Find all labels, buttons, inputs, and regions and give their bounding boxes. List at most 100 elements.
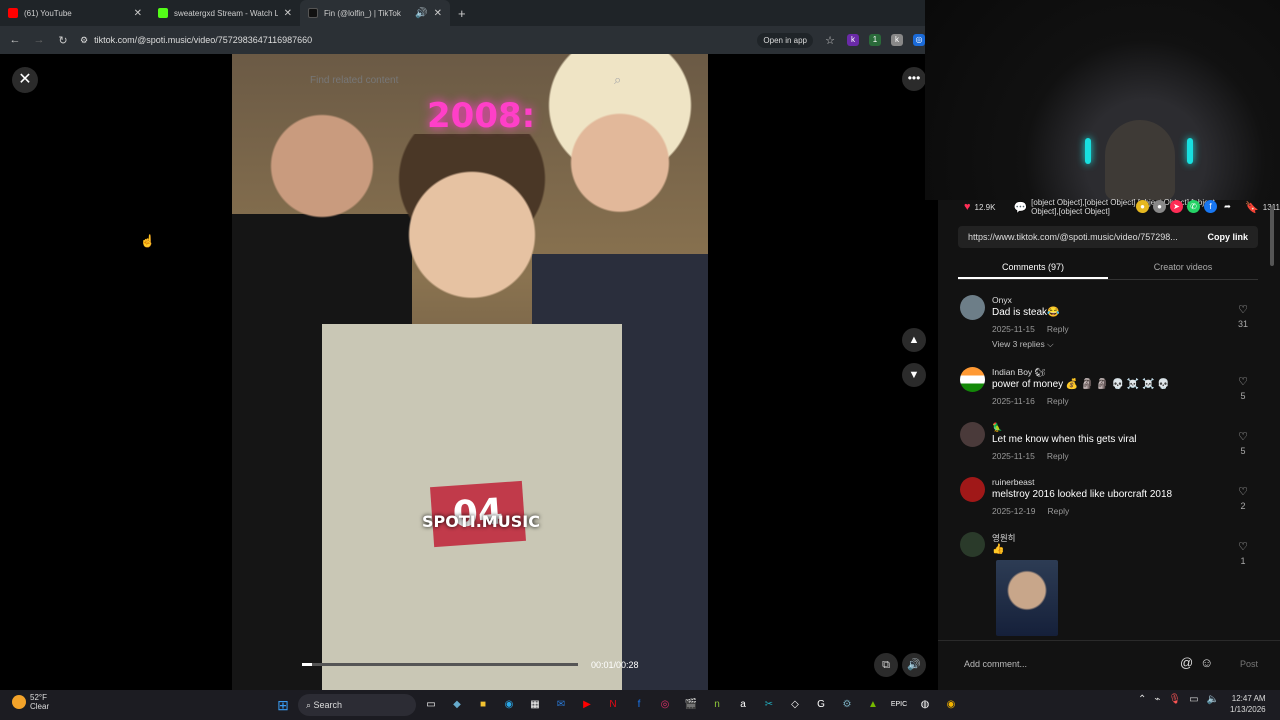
- tab-youtube[interactable]: (61) YouTube ✕: [0, 0, 150, 26]
- post-button[interactable]: Post: [1240, 659, 1258, 669]
- g-app-icon[interactable]: G: [810, 694, 832, 716]
- new-tab-button[interactable]: +: [450, 6, 474, 21]
- more-options-button[interactable]: •••: [902, 67, 926, 91]
- copilot-icon[interactable]: ◆: [446, 694, 468, 716]
- network-icon[interactable]: ⌁: [1154, 694, 1160, 705]
- reply-button[interactable]: Reply: [1047, 396, 1069, 406]
- copy-link-button[interactable]: Copy link: [1207, 232, 1248, 242]
- roblox-icon[interactable]: ◇: [784, 694, 806, 716]
- reply-button[interactable]: Reply: [1047, 451, 1069, 461]
- open-in-app-button[interactable]: Open in app: [757, 32, 813, 48]
- netflix-icon[interactable]: N: [602, 694, 624, 716]
- avatar[interactable]: [960, 367, 985, 392]
- bookmark-star-icon[interactable]: ☆: [823, 34, 837, 47]
- amazon-icon[interactable]: a: [732, 694, 754, 716]
- close-tab-icon[interactable]: ✕: [434, 8, 442, 19]
- start-icon[interactable]: ⊞: [272, 694, 294, 716]
- file-explorer-icon[interactable]: ■: [472, 694, 494, 716]
- share-more-icon[interactable]: ➦: [1221, 200, 1234, 213]
- share-whatsapp-icon[interactable]: ✆: [1187, 200, 1200, 213]
- find-related-input[interactable]: Find related content: [298, 70, 634, 92]
- clapper-icon[interactable]: 🎬: [680, 694, 702, 716]
- epic-games-icon[interactable]: EPIC: [888, 694, 910, 716]
- store-icon[interactable]: ▦: [524, 694, 546, 716]
- close-video-button[interactable]: ✕: [12, 67, 38, 93]
- clock-date: 1/13/2026: [1230, 705, 1266, 714]
- tab-creator-videos[interactable]: Creator videos: [1108, 256, 1258, 279]
- like-comment-icon[interactable]: ♡: [1236, 430, 1250, 443]
- volume-icon[interactable]: 🔊: [902, 653, 926, 677]
- extension-k2-icon[interactable]: k: [891, 34, 903, 46]
- mini-player-icon[interactable]: ⧉: [874, 653, 898, 677]
- share-embed-icon[interactable]: ●: [1153, 200, 1166, 213]
- close-tab-icon[interactable]: ✕: [134, 8, 142, 19]
- obs-icon[interactable]: ◍: [914, 694, 936, 716]
- reload-icon[interactable]: ↻: [56, 34, 70, 47]
- comment-scrollbar[interactable]: [1270, 200, 1276, 640]
- extension-blue-icon[interactable]: ◎: [913, 34, 925, 46]
- comment-user[interactable]: 🦜: [992, 422, 1003, 433]
- like-comment-icon[interactable]: ♡: [1236, 303, 1250, 316]
- previous-video-button[interactable]: ▲: [902, 328, 926, 352]
- add-comment-input[interactable]: Add comment...: [964, 659, 1027, 669]
- site-info-icon[interactable]: ⚙: [80, 35, 88, 46]
- comment-icon[interactable]: 💬: [1013, 201, 1027, 214]
- extension-k-icon[interactable]: k: [847, 34, 859, 46]
- facebook-icon[interactable]: f: [628, 694, 650, 716]
- outlook-icon[interactable]: ✉: [550, 694, 572, 716]
- tab-comments[interactable]: Comments (97): [958, 256, 1108, 279]
- emoji-icon[interactable]: ☺: [1200, 655, 1213, 670]
- comment-image[interactable]: [996, 560, 1058, 636]
- avatar[interactable]: [960, 422, 985, 447]
- weather-widget[interactable]: 52°F Clear: [12, 693, 49, 711]
- extension-counter-icon[interactable]: 1: [869, 34, 881, 46]
- nvidia-icon[interactable]: ▲: [862, 694, 884, 716]
- display-icon[interactable]: ▭: [1189, 694, 1198, 705]
- volume-tray-icon[interactable]: 🔈: [1207, 694, 1219, 705]
- like-comment-icon[interactable]: ♡: [1236, 540, 1250, 553]
- tab-kick[interactable]: sweatergxd Stream - Watch Live ✕: [150, 0, 300, 26]
- comment-user[interactable]: Indian Boy 🐿: [992, 367, 1045, 378]
- share-facebook-icon[interactable]: f: [1204, 200, 1217, 213]
- like-comment-icon[interactable]: ♡: [1236, 375, 1250, 388]
- tray-overflow-icon[interactable]: ⌃: [1138, 694, 1146, 705]
- back-icon[interactable]: ←: [8, 34, 22, 46]
- clock[interactable]: 12:47 AM 1/13/2026: [1230, 693, 1266, 715]
- reply-button[interactable]: Reply: [1047, 324, 1069, 334]
- avatar[interactable]: [960, 477, 985, 502]
- scrollbar-thumb[interactable]: [1270, 206, 1274, 266]
- search-icon[interactable]: ⌕: [614, 72, 621, 88]
- mention-icon[interactable]: @: [1180, 655, 1193, 670]
- close-tab-icon[interactable]: ✕: [284, 8, 292, 19]
- share-coin-icon[interactable]: ●: [1136, 200, 1149, 213]
- n-app-icon[interactable]: n: [706, 694, 728, 716]
- taskbar-search[interactable]: ⌕ Search: [298, 694, 416, 716]
- avatar[interactable]: [960, 295, 985, 320]
- view-replies-button[interactable]: View 3 replies ⌵: [992, 339, 1054, 350]
- chrome-icon[interactable]: ◉: [940, 694, 962, 716]
- url-field[interactable]: ⚙ tiktok.com/@spoti.music/video/757298364…: [80, 35, 747, 46]
- comment-user[interactable]: 영원히: [992, 532, 1015, 544]
- avatar[interactable]: [960, 532, 985, 557]
- youtube-taskbar-icon[interactable]: ▶: [576, 694, 598, 716]
- share-send-icon[interactable]: ➤: [1170, 200, 1183, 213]
- comment-user[interactable]: Onyx: [992, 295, 1012, 305]
- forward-icon[interactable]: →: [32, 34, 46, 46]
- edge-icon[interactable]: ◉: [498, 694, 520, 716]
- reply-button[interactable]: Reply: [1047, 506, 1069, 516]
- microphone-icon[interactable]: 🎙: [1168, 694, 1181, 705]
- bookmark-icon[interactable]: 🔖: [1245, 201, 1259, 214]
- instagram-icon[interactable]: ◎: [654, 694, 676, 716]
- snipping-icon[interactable]: ✂: [758, 694, 780, 716]
- heart-icon[interactable]: ♥: [964, 201, 971, 213]
- tab-tiktok[interactable]: Fin (@lolfin_) | TikTok 🔊 ✕: [300, 0, 450, 26]
- steam-icon[interactable]: ⚙: [836, 694, 858, 716]
- comment-user[interactable]: ruinerbeast: [992, 477, 1035, 487]
- task-view-icon[interactable]: ▭: [420, 694, 442, 716]
- next-video-button[interactable]: ▼: [902, 363, 926, 387]
- like-comment-icon[interactable]: ♡: [1236, 485, 1250, 498]
- video-frame[interactable]: 04 SPOTI.MUSIC: [232, 54, 708, 690]
- comment-like-count: 2: [1240, 501, 1246, 511]
- mute-tab-icon[interactable]: 🔊: [415, 8, 427, 19]
- video-progress-bar[interactable]: [302, 663, 578, 666]
